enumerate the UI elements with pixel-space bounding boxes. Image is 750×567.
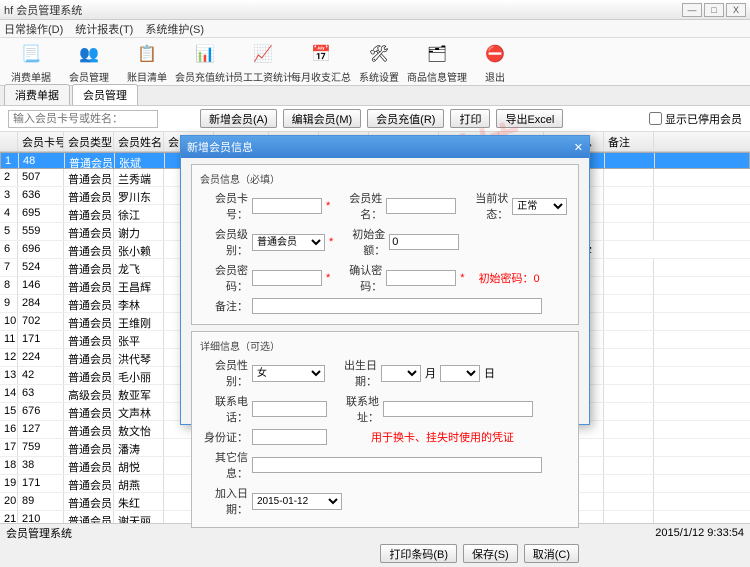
tab-consume[interactable]: 消费单据	[4, 84, 70, 105]
addr-field[interactable]	[383, 401, 533, 417]
toolbar-0[interactable]: 📃消费单据	[6, 40, 56, 84]
save-button[interactable]: 保存(S)	[463, 544, 518, 563]
toolbar-icon: ⛔	[481, 40, 509, 68]
toolbar-label: 会员充值统计	[175, 69, 235, 84]
toolbar-7[interactable]: 🗂商品信息管理	[412, 40, 462, 84]
cancel-button[interactable]: 取消(C)	[524, 544, 579, 563]
level-select[interactable]: 普通会员	[252, 234, 325, 251]
toolbar-icon: 📊	[191, 40, 219, 68]
toolbar-4[interactable]: 📈员工工资统计	[238, 40, 288, 84]
birth-day[interactable]	[440, 365, 480, 382]
status-right: 2015/1/12 9:33:54	[655, 527, 744, 539]
toolbar-5[interactable]: 📅每月收支汇总	[296, 40, 346, 84]
new-member-button[interactable]: 新增会员(A)	[200, 109, 277, 128]
search-input[interactable]	[8, 110, 158, 128]
gender-select[interactable]: 女	[252, 365, 325, 382]
toolbar-label: 员工工资统计	[233, 69, 293, 84]
remark-field[interactable]	[252, 298, 542, 314]
initamt-field[interactable]	[389, 234, 459, 250]
other-field[interactable]	[252, 457, 542, 473]
cardno-field[interactable]	[252, 198, 322, 214]
state-select[interactable]: 正常	[512, 198, 567, 215]
col-header[interactable]	[0, 132, 18, 151]
toolbar: 📃消费单据👥会员管理📋账目清单📊会员充值统计📈员工工资统计📅每月收支汇总🛠系统设…	[0, 38, 750, 86]
toolbar-8[interactable]: ⛔退出	[470, 40, 520, 84]
close-button[interactable]: X	[726, 3, 746, 17]
toolbar-label: 系统设置	[359, 69, 399, 84]
toolbar-icon: 📈	[249, 40, 277, 68]
toolbar-icon: 📋	[133, 40, 161, 68]
toolbar-6[interactable]: 🛠系统设置	[354, 40, 404, 84]
print-button[interactable]: 打印	[450, 109, 490, 128]
toolbar-1[interactable]: 👥会员管理	[64, 40, 114, 84]
name-field[interactable]	[386, 198, 456, 214]
minimize-button[interactable]: —	[682, 3, 702, 17]
toolbar-icon: 👥	[75, 40, 103, 68]
idcard-field[interactable]	[252, 429, 327, 445]
print-barcode-button[interactable]: 打印条码(B)	[380, 544, 457, 563]
toolbar-3[interactable]: 📊会员充值统计	[180, 40, 230, 84]
menu-maint[interactable]: 系统维护(S)	[145, 21, 204, 37]
menubar: 日常操作(D) 统计报表(T) 系统维护(S)	[0, 20, 750, 38]
col-header[interactable]: 备注	[604, 132, 654, 151]
col-header[interactable]: 会员类型	[64, 132, 114, 151]
maximize-button[interactable]: □	[704, 3, 724, 17]
toolbar-label: 商品信息管理	[407, 69, 467, 84]
toolbar-icon: 🗂	[423, 40, 451, 68]
edit-member-button[interactable]: 编辑会员(M)	[283, 109, 362, 128]
app-title: hf 会员管理系统	[4, 2, 682, 18]
pwd2-field[interactable]	[386, 270, 456, 286]
menu-report[interactable]: 统计报表(T)	[75, 21, 133, 37]
toolbar-icon: 📃	[17, 40, 45, 68]
toolbar-label: 每月收支汇总	[291, 69, 351, 84]
actionbar: 新增会员(A) 编辑会员(M) 会员充值(R) 打印 导出Excel 显示已停用…	[0, 106, 750, 132]
col-header[interactable]: 会员卡号	[18, 132, 64, 151]
tab-members[interactable]: 会员管理	[72, 84, 138, 105]
toolbar-label: 账目清单	[127, 69, 167, 84]
recharge-button[interactable]: 会员充值(R)	[367, 109, 444, 128]
phone-field[interactable]	[252, 401, 327, 417]
toolbar-label: 消费单据	[11, 69, 51, 84]
idcard-hint: 用于换卡、挂失时使用的凭证	[371, 429, 514, 445]
show-disabled-check[interactable]: 显示已停用会员	[649, 111, 742, 127]
birth-month[interactable]	[381, 365, 421, 382]
joindate-select[interactable]: 2015-01-12	[252, 493, 342, 510]
toolbar-label: 退出	[485, 69, 505, 84]
toolbar-icon: 📅	[307, 40, 335, 68]
required-fieldset: 会员信息（必填） 会员卡号：* 会员姓名： 当前状态：正常 会员级别：普通会员*…	[191, 164, 579, 325]
toolbar-label: 会员管理	[69, 69, 109, 84]
initpwd-hint: 初始密码：0	[479, 270, 540, 286]
optional-fieldset: 详细信息（可选） 会员性别：女 出生日期：月日 联系电话： 联系地址： 身份证：…	[191, 331, 579, 528]
dialog-title: 新增会员信息	[187, 139, 253, 155]
pwd-field[interactable]	[252, 270, 322, 286]
tabs: 消费单据 会员管理	[0, 86, 750, 106]
dialog-close-icon[interactable]: ✕	[574, 141, 583, 154]
dialog-titlebar[interactable]: 新增会员信息 ✕	[181, 136, 589, 158]
toolbar-2[interactable]: 📋账目清单	[122, 40, 172, 84]
export-button[interactable]: 导出Excel	[496, 109, 563, 128]
status-left: 会员管理系统	[6, 525, 72, 541]
titlebar: hf 会员管理系统 — □ X	[0, 0, 750, 20]
toolbar-icon: 🛠	[365, 40, 393, 68]
col-header[interactable]: 会员姓名	[114, 132, 164, 151]
new-member-dialog: 新增会员信息 ✕ 会员信息（必填） 会员卡号：* 会员姓名： 当前状态：正常 会…	[180, 135, 590, 425]
menu-daily[interactable]: 日常操作(D)	[4, 21, 63, 37]
